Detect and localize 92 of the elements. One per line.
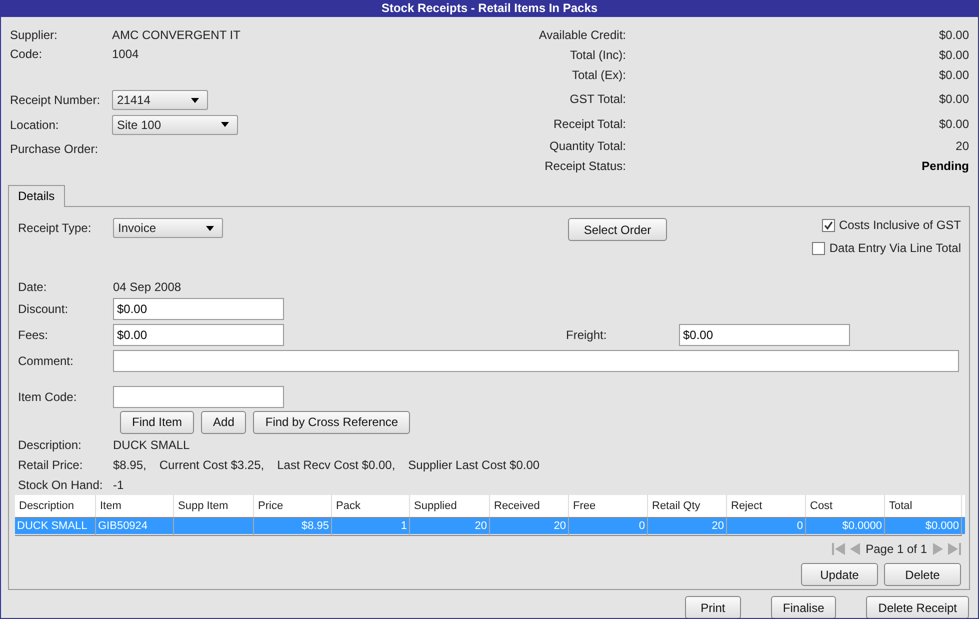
price-text: Current Cost $3.25, (159, 458, 264, 472)
table-cell: 20 (474, 520, 487, 532)
table-cell: 0 (638, 520, 645, 532)
price-text: Supplier Last Cost $0.00 (408, 458, 540, 472)
table-cell: 1 (400, 520, 407, 532)
total-value: $0.00 (938, 68, 970, 82)
field-label: Freight: (566, 328, 608, 342)
previous-page-icon[interactable] (848, 543, 860, 555)
window-title: Stock Receipts - Retail Items In Packs (1, 0, 978, 17)
field-label: Code: (10, 46, 44, 60)
column-header[interactable]: Item (96, 495, 174, 517)
total-value: $0.00 (938, 28, 970, 42)
footer-button[interactable]: Finalise (770, 596, 836, 618)
checkbox[interactable] (812, 242, 826, 254)
total-label: Receipt Status: (544, 159, 626, 173)
field-value: 04 Sep 2008 (113, 280, 182, 294)
item-button[interactable]: Find Item (120, 410, 194, 434)
field-value: 1004 (112, 46, 139, 60)
column-header[interactable]: Pack (332, 495, 410, 517)
table-cell: $8.95 (301, 520, 329, 532)
table-action-button[interactable]: Update (801, 563, 878, 586)
total-value: $0.00 (938, 92, 970, 106)
field-label: Discount: (18, 302, 70, 316)
column-header[interactable]: Description (15, 495, 96, 517)
item-button[interactable]: Find by Cross Reference (253, 410, 410, 434)
footer-button[interactable]: Print (684, 596, 741, 618)
column-header[interactable]: Reject (727, 495, 806, 517)
field-label: Purchase Order: (10, 142, 100, 156)
dropdown[interactable]: 21414 (112, 90, 208, 110)
field-label: Receipt Type: (18, 221, 92, 235)
caret-icon (206, 226, 214, 230)
price-text: Last Recv Cost $0.00, (277, 458, 396, 472)
total-label: GST Total: (568, 92, 626, 106)
total-label: Total (Ex): (570, 68, 626, 82)
input-field[interactable] (113, 350, 959, 372)
column-header[interactable]: Total (885, 495, 962, 517)
field-label: Description: (18, 438, 82, 452)
total-value: $0.00 (938, 48, 970, 62)
column-header[interactable]: Cost (806, 495, 885, 517)
table-cell: DUCK SMALL (17, 520, 88, 532)
column-header[interactable]: Retail Qty (648, 495, 727, 517)
table-cell: 20 (554, 520, 566, 532)
field-label: Supplier: (10, 28, 58, 42)
input-field[interactable] (113, 386, 284, 408)
total-value: 20 (954, 139, 970, 153)
column-header[interactable]: Supplied (410, 495, 490, 517)
input-field[interactable]: $0.00 (679, 324, 850, 346)
field-label: Location: (10, 118, 60, 132)
field-label: Fees: (18, 328, 50, 342)
checkbox[interactable] (822, 218, 835, 232)
total-label: Total (Inc): (568, 48, 626, 62)
table-cell: $0.000 (925, 520, 959, 532)
column-header[interactable]: Received (490, 495, 569, 517)
column-header[interactable]: Supp Item (174, 495, 254, 517)
field-label: Receipt Number: (10, 93, 102, 107)
first-page-icon[interactable] (832, 543, 845, 555)
total-label: Receipt Total: (552, 117, 626, 131)
total-value: Pending (920, 159, 970, 173)
table-cell: GIB50924 (98, 520, 148, 532)
last-page-icon[interactable] (948, 543, 961, 555)
field-value: AMC CONVERGENT IT (112, 28, 240, 42)
caret-icon (221, 122, 229, 127)
field-label: Date: (18, 280, 48, 294)
total-label: Available Credit: (538, 28, 626, 42)
tab[interactable]: Details (8, 185, 65, 207)
field-label: Retail Price: (18, 458, 84, 472)
field-label: Item Code: (18, 390, 78, 404)
column-header[interactable]: Price (254, 495, 332, 517)
page-indicator: Page 1 of 1 (866, 542, 927, 556)
table-action-button[interactable]: Delete (884, 563, 961, 586)
field-label: Comment: (18, 354, 74, 368)
dropdown[interactable]: Site 100 (112, 114, 238, 134)
item-button[interactable]: Add (201, 410, 246, 434)
field-value: -1 (113, 478, 124, 492)
column-header[interactable]: Free (569, 495, 648, 517)
table-cell: 0 (796, 520, 803, 532)
field-label: Stock On Hand: (18, 478, 104, 492)
caret-icon (191, 98, 199, 102)
checkbox-label: Data Entry Via Line Total (829, 241, 961, 255)
checkbox-label: Costs Inclusive of GST (838, 218, 961, 232)
next-page-icon[interactable] (933, 543, 944, 555)
total-value: $0.00 (938, 117, 970, 131)
input-field[interactable]: $0.00 (113, 324, 284, 346)
select-order-button[interactable]: Select Order (568, 218, 667, 241)
table-cell: 20 (712, 520, 724, 532)
total-label: Quantity Total: (548, 139, 626, 153)
input-field[interactable]: $0.00 (113, 298, 284, 320)
dropdown[interactable]: Invoice (113, 218, 223, 238)
field-value: DUCK SMALL (113, 438, 190, 452)
footer-button[interactable]: Delete Receipt (866, 596, 969, 618)
price-text: $8.95, (113, 458, 146, 472)
table-cell: $0.0000 (842, 520, 882, 532)
